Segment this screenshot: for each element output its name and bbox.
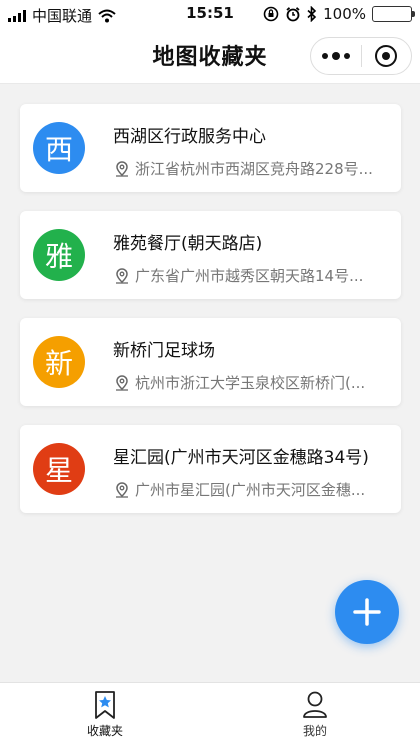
- battery-icon: [372, 6, 415, 22]
- battery-percent: 100%: [323, 5, 366, 23]
- miniprogram-capsule: [310, 37, 412, 75]
- tab-favorites[interactable]: 收藏夹: [0, 683, 210, 746]
- avatar: 新: [33, 336, 85, 388]
- list-item[interactable]: 星 星汇园(广州市天河区金穗路34号) 广州市星汇园(广州市天河区金穗...: [20, 425, 401, 513]
- place-address-row: 广州市星汇园(广州市天河区金穗...: [113, 479, 389, 500]
- location-pin-icon: [116, 267, 128, 284]
- place-address: 杭州市浙江大学玉泉校区新桥门(...: [135, 374, 366, 392]
- list-item[interactable]: 西 西湖区行政服务中心 浙江省杭州市西湖区竞舟路228号...: [20, 104, 401, 192]
- list-item[interactable]: 新 新桥门足球场 杭州市浙江大学玉泉校区新桥门(...: [20, 318, 401, 406]
- place-address: 浙江省杭州市西湖区竞舟路228号...: [135, 160, 373, 178]
- list-item[interactable]: 雅 雅苑餐厅(朝天路店) 广东省广州市越秀区朝天路14号...: [20, 211, 401, 299]
- alarm-icon: [286, 7, 300, 22]
- favorites-list: 西 西湖区行政服务中心 浙江省杭州市西湖区竞舟路228号... 雅 雅苑餐厅(朝…: [20, 104, 401, 532]
- target-icon: [375, 45, 398, 67]
- tab-bar: 收藏夹 我的: [0, 682, 420, 746]
- place-address-row: 浙江省杭州市西湖区竞舟路228号...: [113, 158, 389, 179]
- location-pin-icon: [116, 481, 128, 498]
- more-dots-icon: [321, 51, 350, 60]
- tab-label: 我的: [302, 724, 327, 738]
- place-name: 西湖区行政服务中心: [113, 127, 266, 147]
- tab-label: 收藏夹: [86, 724, 123, 738]
- place-name: 新桥门足球场: [113, 341, 215, 361]
- avatar: 雅: [33, 229, 85, 281]
- more-button[interactable]: [311, 38, 361, 74]
- add-place-button[interactable]: [335, 580, 399, 644]
- user-icon: [303, 691, 327, 718]
- plus-icon: [353, 598, 381, 626]
- place-name: 雅苑餐厅(朝天路店): [113, 234, 263, 254]
- location-pin-icon: [116, 374, 128, 391]
- status-bar: 中国联通 15:51 100%: [0, 0, 420, 28]
- place-name: 星汇园(广州市天河区金穗路34号): [113, 448, 369, 468]
- avatar: 星: [33, 443, 85, 495]
- place-address-row: 杭州市浙江大学玉泉校区新桥门(...: [113, 372, 389, 393]
- navigation-bar: 地图收藏夹: [0, 28, 420, 84]
- bluetooth-icon: [307, 6, 317, 22]
- place-address: 广州市星汇园(广州市天河区金穗...: [135, 481, 366, 499]
- bookmark-star-icon: [95, 691, 115, 719]
- place-address: 广东省广州市越秀区朝天路14号...: [135, 267, 364, 285]
- orientation-lock-icon: [263, 6, 279, 22]
- tab-mine[interactable]: 我的: [210, 683, 420, 746]
- avatar: 西: [33, 122, 85, 174]
- place-address-row: 广东省广州市越秀区朝天路14号...: [113, 265, 389, 286]
- location-pin-icon: [116, 160, 128, 177]
- close-miniprogram-button[interactable]: [362, 38, 412, 74]
